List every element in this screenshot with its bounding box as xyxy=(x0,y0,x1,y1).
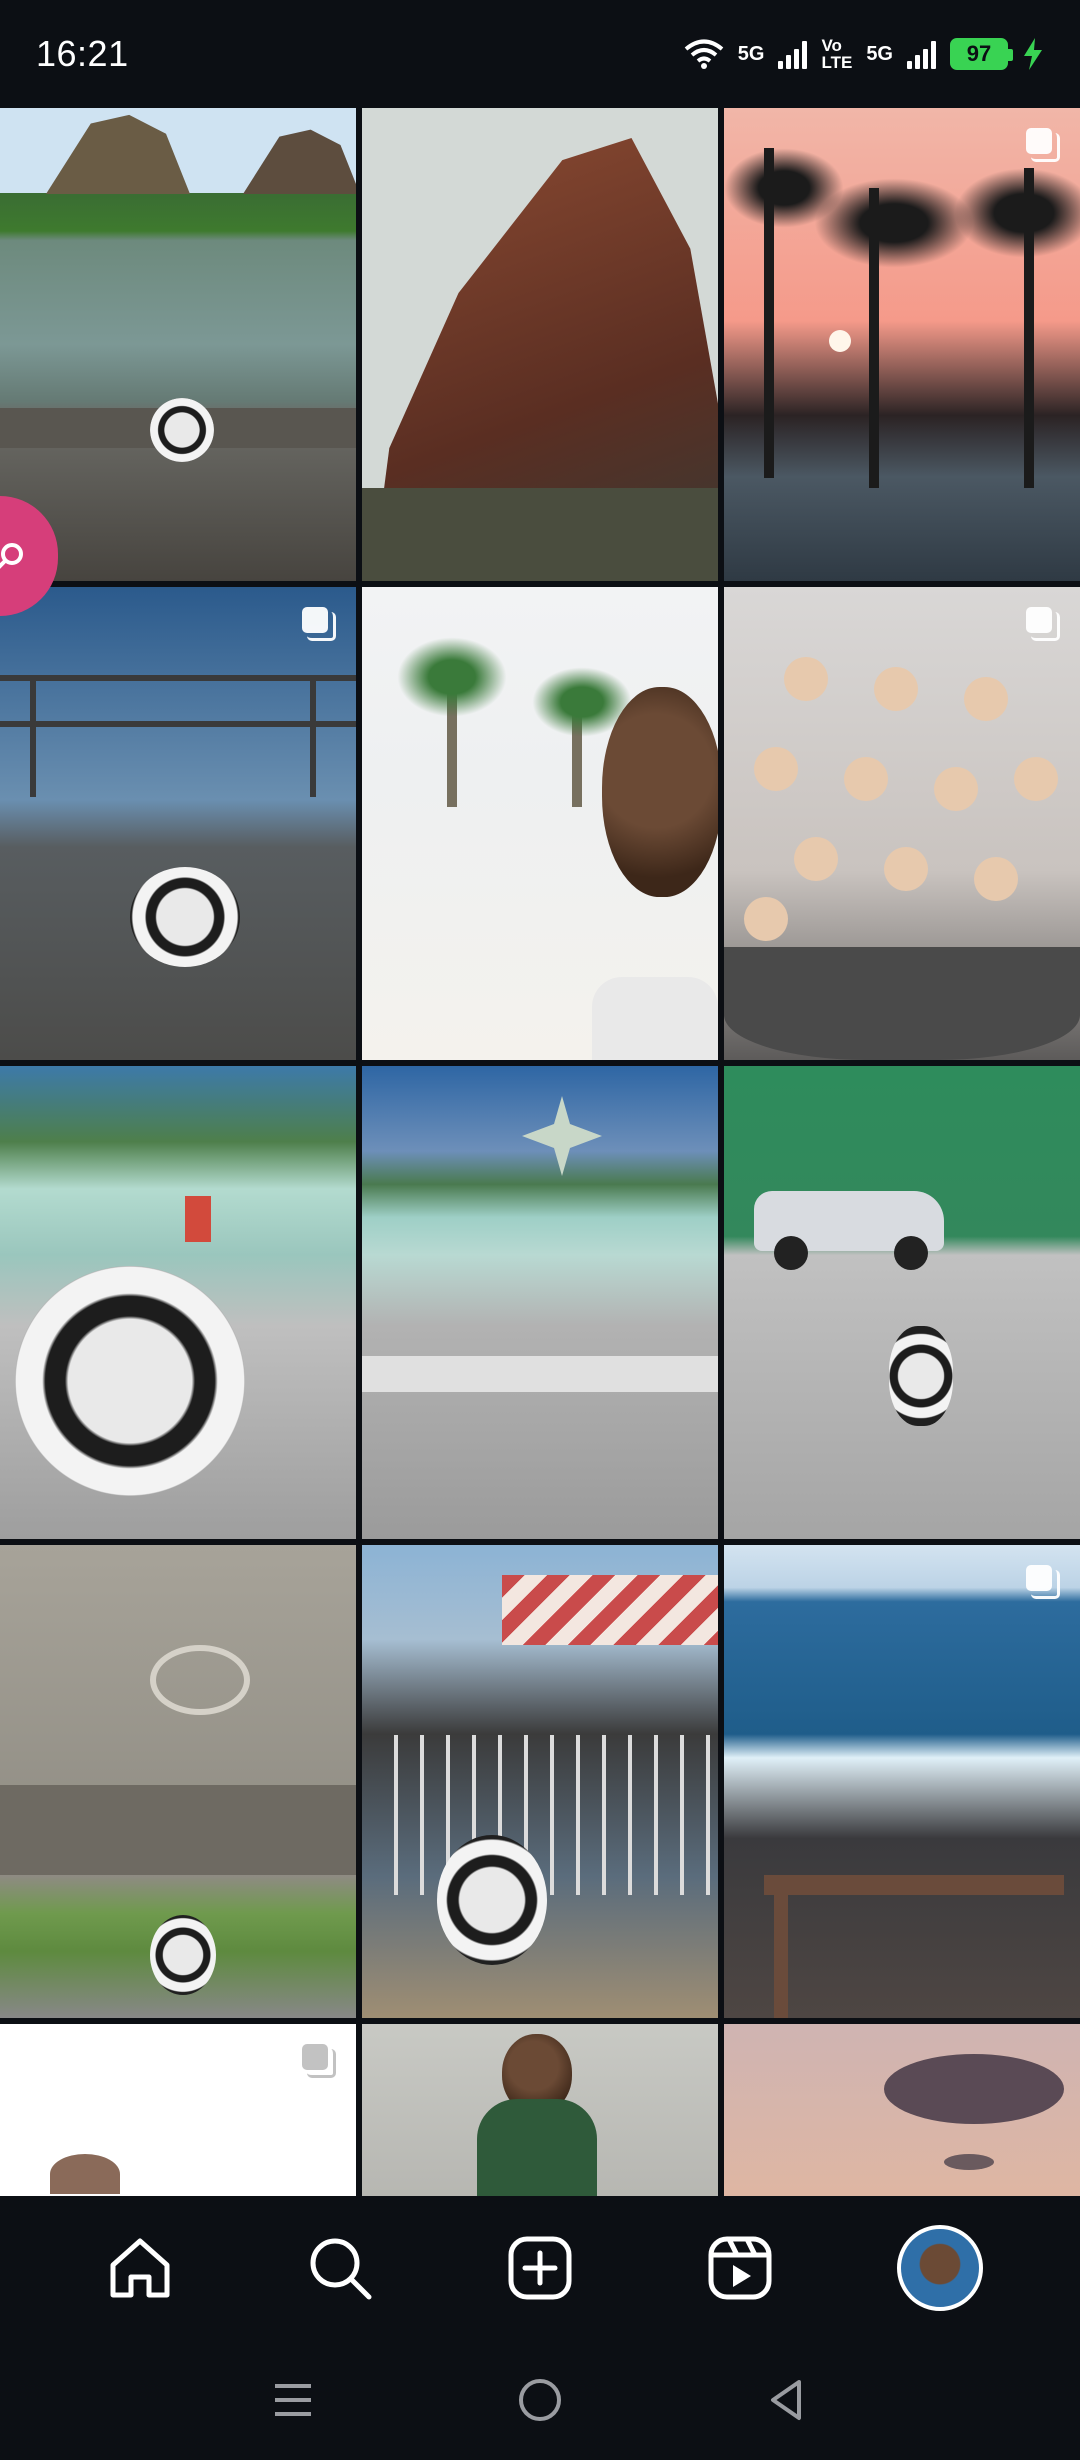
grid-tile[interactable] xyxy=(0,1066,356,1539)
nav-create[interactable] xyxy=(492,2220,588,2316)
grid-tile[interactable] xyxy=(362,1066,718,1539)
volte-indicator: Vo LTE xyxy=(821,37,852,71)
status-bar: 16:21 5G Vo LTE 5G 97 xyxy=(0,0,1080,108)
search-icon xyxy=(0,543,23,569)
create-post-icon xyxy=(508,2236,572,2300)
explore-grid xyxy=(0,108,1080,2196)
explore-screen: 16:21 5G Vo LTE 5G 97 xyxy=(0,0,1080,2460)
wifi-icon xyxy=(684,39,724,69)
grid-tile[interactable] xyxy=(724,108,1080,581)
reels-icon xyxy=(708,2236,772,2300)
back-icon[interactable] xyxy=(765,2378,809,2422)
multiple-photos-icon xyxy=(1026,607,1060,641)
grid-tile[interactable] xyxy=(724,587,1080,1060)
multiple-photos-icon xyxy=(1026,128,1060,162)
grid-tile[interactable] xyxy=(362,2024,718,2196)
grid-tile[interactable] xyxy=(0,1545,356,2018)
bottom-navigation xyxy=(0,2196,1080,2340)
grid-tile[interactable] xyxy=(362,587,718,1060)
multiple-photos-icon xyxy=(1026,1565,1060,1599)
system-navigation-bar xyxy=(0,2340,1080,2460)
grid-tile[interactable] xyxy=(724,1545,1080,2018)
signal-icon xyxy=(778,39,808,69)
battery-level: 97 xyxy=(966,41,992,66)
grid-tile[interactable] xyxy=(362,1545,718,2018)
network-type-2: 5G xyxy=(866,43,893,65)
search-icon xyxy=(310,2238,372,2300)
profile-avatar xyxy=(897,2225,983,2311)
battery-icon: 97 xyxy=(950,38,1013,70)
status-icons: 5G Vo LTE 5G 97 xyxy=(684,37,1044,71)
signal-icon-2 xyxy=(907,39,936,69)
home-circle-icon[interactable] xyxy=(516,2376,564,2424)
volte-top: Vo xyxy=(821,36,842,55)
volte-bottom: LTE xyxy=(821,53,853,72)
multiple-photos-icon xyxy=(302,2044,336,2078)
network-type-1: 5G xyxy=(737,43,765,65)
home-icon xyxy=(110,2238,170,2298)
charging-icon xyxy=(1024,38,1042,70)
grid-tile[interactable] xyxy=(362,108,718,581)
grid-tile[interactable] xyxy=(0,2024,356,2196)
recent-apps-icon[interactable] xyxy=(271,2378,315,2422)
nav-home[interactable] xyxy=(92,2220,188,2316)
grid-tile[interactable] xyxy=(724,1066,1080,1539)
nav-reels[interactable] xyxy=(692,2220,788,2316)
status-time: 16:21 xyxy=(36,33,129,74)
nav-search[interactable] xyxy=(292,2220,388,2316)
grid-tile[interactable] xyxy=(724,2024,1080,2196)
multiple-photos-icon xyxy=(302,607,336,641)
grid-tile[interactable] xyxy=(0,587,356,1060)
nav-profile[interactable] xyxy=(892,2220,988,2316)
grid-tile[interactable] xyxy=(0,108,356,581)
